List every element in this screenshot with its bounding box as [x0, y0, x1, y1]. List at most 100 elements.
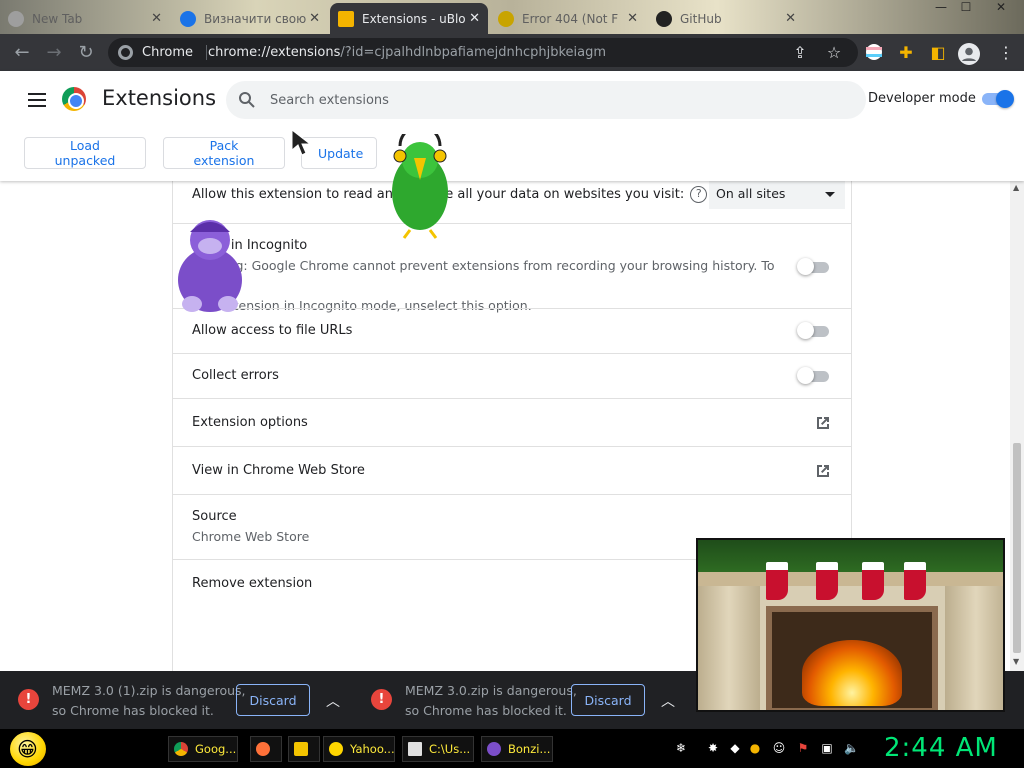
more-menu-icon[interactable]: ⋮: [996, 43, 1016, 63]
forward-button[interactable]: →: [42, 41, 66, 65]
tray-smiley-icon[interactable]: ☺: [772, 741, 786, 755]
flag-extension-icon[interactable]: [864, 43, 884, 63]
tab-label: New Tab: [32, 11, 83, 26]
maximize-button[interactable]: ☐: [955, 0, 977, 16]
volume-icon[interactable]: 🔈: [844, 741, 859, 755]
action-center-flag-icon[interactable]: ⚑: [796, 741, 810, 755]
file-urls-toggle[interactable]: [797, 322, 831, 339]
remove-extension-label: Remove extension: [192, 576, 313, 591]
parrot-character: [392, 134, 448, 239]
snowflake-icon[interactable]: ❄: [674, 741, 688, 755]
bookmark-star-icon[interactable]: ☆: [824, 43, 844, 63]
tab-new-tab[interactable]: New Tab ✕: [0, 3, 170, 34]
purple-gorilla-character: [178, 220, 242, 312]
close-icon[interactable]: ✕: [151, 11, 162, 26]
chevron-up-icon[interactable]: ︿: [326, 691, 340, 711]
incognito-row: Allow in Incognito Warning: Google Chrom…: [173, 223, 851, 313]
site-access-row: Allow this extension to read and change …: [173, 180, 851, 223]
puzzle-icon: [338, 10, 354, 27]
archive-icon: [408, 742, 422, 756]
taskbar-item-explorer[interactable]: [288, 736, 320, 762]
mouse-cursor-icon: [291, 128, 312, 156]
tab-settings-page[interactable]: Визначити свою ✕: [172, 3, 328, 34]
site-access-select[interactable]: On all sites: [709, 180, 845, 209]
profile-avatar-icon[interactable]: [958, 43, 980, 65]
tab-label: GitHub: [680, 11, 722, 26]
scroll-down-arrow-icon[interactable]: ▼: [1013, 657, 1021, 666]
collect-errors-toggle[interactable]: [797, 367, 831, 384]
tray-app-icon[interactable]: ◆: [728, 741, 742, 755]
scroll-up-arrow-icon[interactable]: ▲: [1013, 183, 1021, 192]
tab-extensions[interactable]: Extensions - uBlo ✕: [330, 3, 488, 34]
chevron-up-icon[interactable]: ︿: [661, 691, 675, 711]
url-path: /?id=cjpalhdlnbpafiamejdnhcphjbkeiagm: [340, 45, 607, 60]
tray-app-icon[interactable]: ✸: [706, 741, 720, 755]
back-button[interactable]: ←: [10, 41, 34, 65]
open-in-new-icon[interactable]: [814, 414, 832, 432]
extensions-header: Extensions Developer mode Load unpacked …: [0, 71, 1024, 181]
discard-button[interactable]: Discard: [571, 684, 645, 716]
reload-button[interactable]: ↻: [74, 41, 98, 65]
fireplace-overlay-image: [696, 538, 1005, 712]
tab-label: Extensions - uBlo: [362, 11, 466, 26]
close-icon[interactable]: ✕: [785, 11, 796, 26]
collect-errors-row: Collect errors: [173, 353, 851, 399]
close-window-button[interactable]: ✕: [990, 0, 1012, 16]
tray-app-icon[interactable]: ●: [748, 741, 762, 755]
pack-extension-button[interactable]: Pack extension: [163, 137, 285, 169]
download-message: MEMZ 3.0 (1).zip is dangerous, so Chrome …: [52, 683, 246, 718]
incognito-warning: Warning: Google Chrome cannot prevent ex…: [192, 258, 775, 313]
gear-icon: [180, 10, 196, 27]
warning-icon: [498, 10, 514, 27]
taskbar-item-yahoo[interactable]: Yahoo...: [323, 736, 395, 762]
site-name: Chrome: [142, 45, 193, 60]
tab-error-404[interactable]: Error 404 (Not F ✕: [490, 3, 646, 34]
folder-icon: [294, 742, 308, 756]
file-urls-label: Allow access to file URLs: [192, 323, 353, 338]
help-icon[interactable]: ?: [690, 186, 708, 203]
tab-github[interactable]: GitHub ✕: [648, 3, 804, 34]
chrome-icon: [174, 742, 188, 756]
developer-mode-label: Developer mode: [868, 91, 976, 106]
open-in-new-icon[interactable]: [814, 462, 832, 480]
taskbar-item-label: C:\Us...: [429, 742, 471, 756]
smiley-icon: [329, 742, 343, 756]
puzzle-icon[interactable]: ✚: [896, 43, 916, 63]
chrome-web-store-row[interactable]: View in Chrome Web Store: [173, 446, 851, 495]
file-urls-row: Allow access to file URLs: [173, 308, 851, 354]
url-host: chrome://extensions: [208, 45, 341, 60]
minimize-button[interactable]: —: [930, 0, 952, 16]
search-icon: [239, 92, 255, 108]
close-icon[interactable]: ✕: [309, 11, 320, 26]
download-item[interactable]: ! MEMZ 3.0.zip is dangerous, so Chrome ha…: [371, 671, 701, 729]
taskbar-item-7zip[interactable]: C:\Us...: [402, 736, 474, 762]
bonzi-icon: [487, 742, 501, 756]
browser-toolbar: ← → ↻ Chrome chrome://extensions/?id=cjp…: [0, 34, 1024, 71]
developer-mode-toggle[interactable]: [980, 90, 1014, 108]
extension-options-row[interactable]: Extension options: [173, 398, 851, 447]
page-scrollbar[interactable]: ▲ ▼: [1010, 181, 1024, 671]
network-icon[interactable]: ▣: [820, 741, 834, 755]
taskbar-item-bonzi[interactable]: Bonzi...: [481, 736, 553, 762]
close-icon[interactable]: ✕: [469, 11, 480, 26]
taskbar-item-firefox[interactable]: [250, 736, 282, 762]
download-item[interactable]: ! MEMZ 3.0 (1).zip is dangerous, so Chrom…: [18, 671, 348, 729]
tab-strip: New Tab ✕ Визначити свою ✕ Extensions - …: [0, 0, 1024, 34]
search-input[interactable]: [270, 90, 830, 110]
clock[interactable]: 2:44 AM: [884, 733, 998, 763]
hamburger-menu-icon[interactable]: [28, 93, 46, 107]
incognito-toggle[interactable]: [797, 258, 831, 275]
side-panel-icon[interactable]: ◧: [928, 43, 948, 63]
address-bar[interactable]: Chrome chrome://extensions/?id=cjpalhdln…: [108, 38, 858, 67]
close-icon[interactable]: ✕: [627, 11, 638, 26]
taskbar-item-chrome[interactable]: Goog...: [168, 736, 238, 762]
search-box[interactable]: [226, 81, 866, 119]
scrollbar-thumb[interactable]: [1013, 443, 1021, 653]
start-smiley-icon[interactable]: [10, 732, 46, 766]
taskbar-item-label: Yahoo...: [350, 742, 395, 756]
load-unpacked-button[interactable]: Load unpacked: [24, 137, 146, 169]
tab-label: Error 404 (Not F: [522, 11, 619, 26]
share-icon[interactable]: ⇪: [790, 43, 810, 63]
url-text: chrome://extensions/?id=cjpalhdlnbpafiam…: [208, 45, 606, 60]
discard-button[interactable]: Discard: [236, 684, 310, 716]
